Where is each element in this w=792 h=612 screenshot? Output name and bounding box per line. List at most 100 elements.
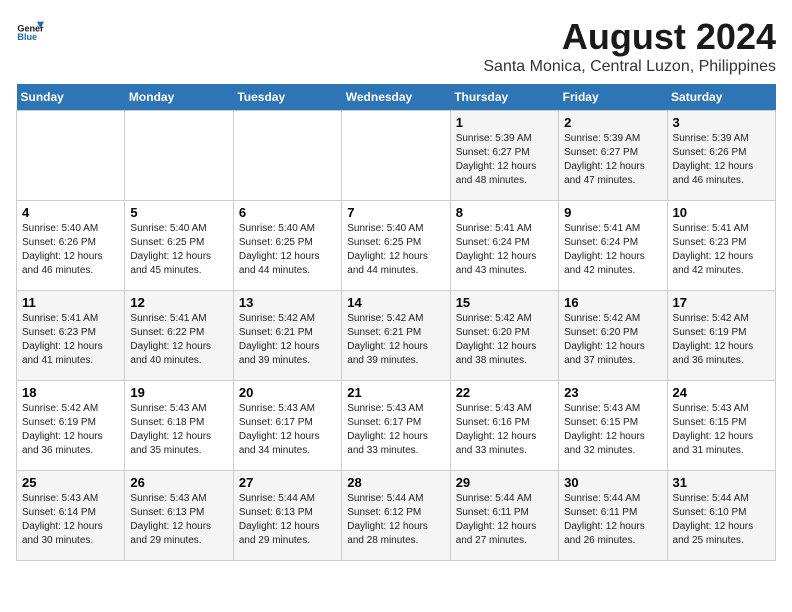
cell-date: 13 [239,295,336,310]
cell-info: Sunrise: 5:42 AM Sunset: 6:21 PM Dayligh… [239,312,336,368]
cell-date: 14 [347,295,444,310]
calendar-cell: 13 Sunrise: 5:42 AM Sunset: 6:21 PM Dayli… [233,291,341,381]
cell-info: Sunrise: 5:44 AM Sunset: 6:11 PM Dayligh… [564,492,661,548]
cell-info: Sunrise: 5:43 AM Sunset: 6:18 PM Dayligh… [130,402,227,458]
svg-text:Blue: Blue [17,32,37,42]
day-header-sunday: Sunday [17,84,125,111]
calendar-cell: 3Sunrise: 5:39 AM Sunset: 6:26 PM Daylig… [667,111,775,201]
page-title: August 2024 [483,16,776,58]
cell-date: 21 [347,385,444,400]
calendar-week-3: 11 Sunrise: 5:41 AM Sunset: 6:23 PM Dayli… [17,291,776,381]
day-header-tuesday: Tuesday [233,84,341,111]
cell-info: Sunrise: 5:43 AM Sunset: 6:15 PM Dayligh… [564,402,661,458]
cell-info: Sunrise: 5:43 AM Sunset: 6:16 PM Dayligh… [456,402,553,458]
day-header-thursday: Thursday [450,84,558,111]
cell-date: 29 [456,475,553,490]
cell-date: 2 [564,115,661,130]
page-subtitle: Santa Monica, Central Luzon, Philippines [483,58,776,76]
cell-date: 5 [130,205,227,220]
calendar-cell: 16Sunrise: 5:42 AM Sunset: 6:20 PM Dayli… [559,291,667,381]
cell-info: Sunrise: 5:44 AM Sunset: 6:10 PM Dayligh… [673,492,770,548]
cell-date: 19 [130,385,227,400]
cell-info: Sunrise: 5:44 AM Sunset: 6:12 PM Dayligh… [347,492,444,548]
day-header-saturday: Saturday [667,84,775,111]
calendar-cell: 18 Sunrise: 5:42 AM Sunset: 6:19 PM Dayli… [17,381,125,471]
calendar-cell: 9 Sunrise: 5:41 AM Sunset: 6:24 PM Daylig… [559,201,667,291]
cell-date: 25 [22,475,119,490]
calendar-cell: 17 Sunrise: 5:42 AM Sunset: 6:19 PM Dayli… [667,291,775,381]
cell-info: Sunrise: 5:42 AM Sunset: 6:21 PM Dayligh… [347,312,444,368]
cell-info: Sunrise: 5:43 AM Sunset: 6:17 PM Dayligh… [239,402,336,458]
cell-date: 6 [239,205,336,220]
calendar-cell: 10Sunrise: 5:41 AM Sunset: 6:23 PM Dayli… [667,201,775,291]
cell-info: Sunrise: 5:41 AM Sunset: 6:24 PM Dayligh… [456,222,553,278]
cell-date: 26 [130,475,227,490]
title-block: August 2024 Santa Monica, Central Luzon,… [483,16,776,76]
calendar-cell: 6 Sunrise: 5:40 AM Sunset: 6:25 PM Daylig… [233,201,341,291]
cell-date: 9 [564,205,661,220]
calendar-cell: 30 Sunrise: 5:44 AM Sunset: 6:11 PM Dayli… [559,471,667,561]
day-header-wednesday: Wednesday [342,84,450,111]
calendar-cell: 29Sunrise: 5:44 AM Sunset: 6:11 PM Dayli… [450,471,558,561]
cell-date: 18 [22,385,119,400]
cell-info: Sunrise: 5:43 AM Sunset: 6:17 PM Dayligh… [347,402,444,458]
calendar-cell: 20 Sunrise: 5:43 AM Sunset: 6:17 PM Dayli… [233,381,341,471]
calendar-cell: 11 Sunrise: 5:41 AM Sunset: 6:23 PM Dayli… [17,291,125,381]
calendar-cell: 31 Sunrise: 5:44 AM Sunset: 6:10 PM Dayli… [667,471,775,561]
logo-icon: General Blue [16,16,44,44]
cell-info: Sunrise: 5:41 AM Sunset: 6:23 PM Dayligh… [22,312,119,368]
cell-date: 3 [673,115,770,130]
cell-date: 16 [564,295,661,310]
calendar-cell: 8 Sunrise: 5:41 AM Sunset: 6:24 PM Daylig… [450,201,558,291]
calendar-cell: 26Sunrise: 5:43 AM Sunset: 6:13 PM Dayli… [125,471,233,561]
calendar-table: SundayMondayTuesdayWednesdayThursdayFrid… [16,84,776,561]
calendar-cell: 22 Sunrise: 5:43 AM Sunset: 6:16 PM Dayli… [450,381,558,471]
calendar-cell: 28 Sunrise: 5:44 AM Sunset: 6:12 PM Dayli… [342,471,450,561]
calendar-week-4: 18 Sunrise: 5:42 AM Sunset: 6:19 PM Dayli… [17,381,776,471]
cell-info: Sunrise: 5:43 AM Sunset: 6:14 PM Dayligh… [22,492,119,548]
calendar-cell [233,111,341,201]
calendar-cell: 12 Sunrise: 5:41 AM Sunset: 6:22 PM Dayli… [125,291,233,381]
cell-info: Sunrise: 5:40 AM Sunset: 6:25 PM Dayligh… [239,222,336,278]
day-header-friday: Friday [559,84,667,111]
cell-info: Sunrise: 5:44 AM Sunset: 6:13 PM Dayligh… [239,492,336,548]
cell-date: 17 [673,295,770,310]
cell-info: Sunrise: 5:43 AM Sunset: 6:15 PM Dayligh… [673,402,770,458]
calendar-cell [342,111,450,201]
cell-info: Sunrise: 5:39 AM Sunset: 6:27 PM Dayligh… [564,132,661,188]
cell-date: 12 [130,295,227,310]
cell-info: Sunrise: 5:39 AM Sunset: 6:27 PM Dayligh… [456,132,553,188]
cell-info: Sunrise: 5:40 AM Sunset: 6:26 PM Dayligh… [22,222,119,278]
calendar-cell: 25 Sunrise: 5:43 AM Sunset: 6:14 PM Dayli… [17,471,125,561]
calendar-cell: 4Sunrise: 5:40 AM Sunset: 6:26 PM Daylig… [17,201,125,291]
calendar-week-1: 1 Sunrise: 5:39 AM Sunset: 6:27 PM Daylig… [17,111,776,201]
day-header-monday: Monday [125,84,233,111]
calendar-cell: 5Sunrise: 5:40 AM Sunset: 6:25 PM Daylig… [125,201,233,291]
cell-info: Sunrise: 5:41 AM Sunset: 6:22 PM Dayligh… [130,312,227,368]
cell-date: 11 [22,295,119,310]
cell-date: 30 [564,475,661,490]
calendar-cell: 19 Sunrise: 5:43 AM Sunset: 6:18 PM Dayli… [125,381,233,471]
cell-date: 20 [239,385,336,400]
cell-date: 22 [456,385,553,400]
calendar-body: 1 Sunrise: 5:39 AM Sunset: 6:27 PM Daylig… [17,111,776,561]
cell-date: 23 [564,385,661,400]
cell-date: 8 [456,205,553,220]
cell-date: 1 [456,115,553,130]
cell-date: 27 [239,475,336,490]
cell-info: Sunrise: 5:41 AM Sunset: 6:24 PM Dayligh… [564,222,661,278]
cell-date: 31 [673,475,770,490]
cell-info: Sunrise: 5:42 AM Sunset: 6:20 PM Dayligh… [456,312,553,368]
cell-info: Sunrise: 5:42 AM Sunset: 6:19 PM Dayligh… [22,402,119,458]
calendar-cell: 1 Sunrise: 5:39 AM Sunset: 6:27 PM Daylig… [450,111,558,201]
calendar-header-row: SundayMondayTuesdayWednesdayThursdayFrid… [17,84,776,111]
calendar-week-2: 4Sunrise: 5:40 AM Sunset: 6:26 PM Daylig… [17,201,776,291]
cell-date: 15 [456,295,553,310]
calendar-cell: 7Sunrise: 5:40 AM Sunset: 6:25 PM Daylig… [342,201,450,291]
cell-info: Sunrise: 5:42 AM Sunset: 6:19 PM Dayligh… [673,312,770,368]
cell-date: 10 [673,205,770,220]
calendar-cell: 14 Sunrise: 5:42 AM Sunset: 6:21 PM Dayli… [342,291,450,381]
cell-date: 28 [347,475,444,490]
calendar-week-5: 25 Sunrise: 5:43 AM Sunset: 6:14 PM Dayli… [17,471,776,561]
calendar-cell: 23 Sunrise: 5:43 AM Sunset: 6:15 PM Dayli… [559,381,667,471]
